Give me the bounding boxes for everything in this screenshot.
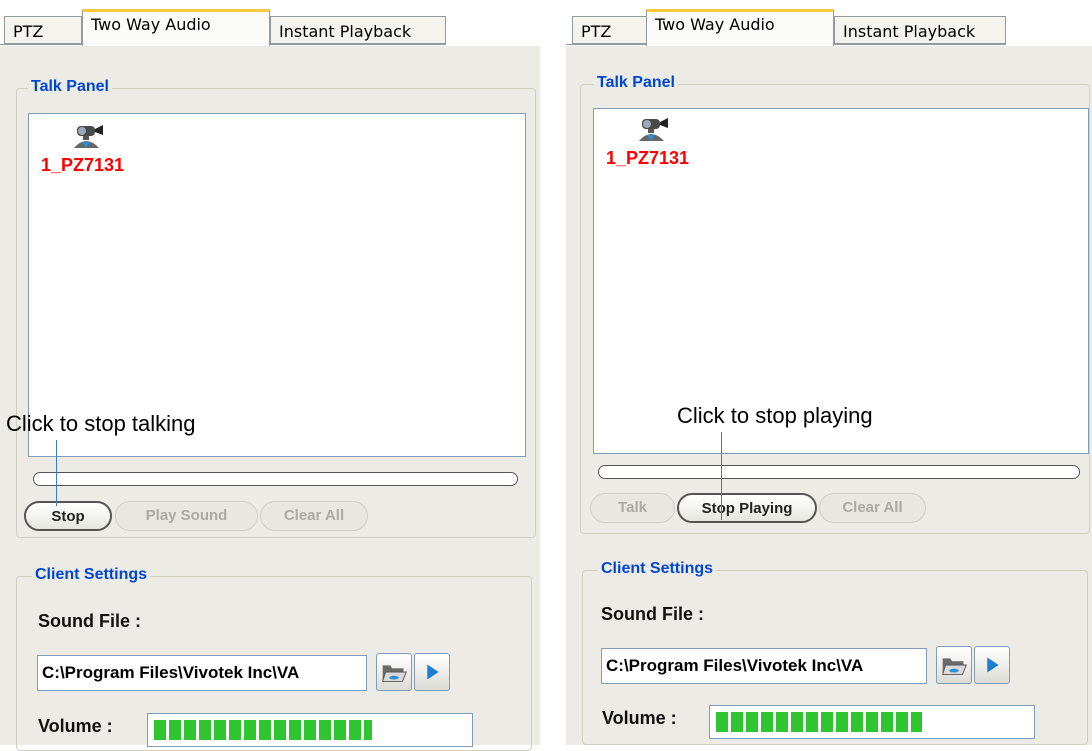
stop-button[interactable]: Stop — [24, 501, 112, 531]
volume-label: Volume : — [602, 708, 677, 728]
camera-icon — [639, 118, 668, 141]
play-sound-button[interactable]: Play Sound — [115, 501, 258, 531]
volume-label: Volume : — [38, 716, 113, 736]
tab-instant-playback[interactable]: Instant Playback — [834, 16, 1006, 44]
tab-two-way-audio[interactable]: Two Way Audio — [82, 9, 270, 46]
sound-file-input[interactable]: C:\Program Files\Vivotek Inc\VA — [37, 655, 367, 691]
talk-progress-bar — [598, 465, 1080, 479]
annotation-stop-playing: Click to stop playing — [677, 403, 873, 428]
volume-level-bar — [154, 720, 372, 740]
volume-level-bar — [716, 712, 922, 732]
talk-panel-title: Talk Panel — [28, 78, 112, 96]
annotation-stop-talking: Click to stop talking — [6, 411, 196, 436]
tab-two-way-audio[interactable]: Two Way Audio — [646, 9, 834, 46]
volume-slider[interactable] — [147, 713, 473, 747]
tab-instant-playback[interactable]: Instant Playback — [270, 16, 446, 44]
camera-item[interactable]: 1_PZ7131 — [606, 111, 706, 181]
sound-file-label: Sound File : — [38, 611, 141, 631]
annotation-leader-line — [56, 440, 57, 506]
annotation-leader-line — [721, 432, 722, 520]
client-settings-title: Client Settings — [598, 560, 717, 578]
tab-ptz[interactable]: PTZ — [572, 16, 650, 44]
talk-panel-title: Talk Panel — [594, 74, 678, 92]
talk-progress-bar — [33, 472, 518, 486]
clear-all-button[interactable]: Clear All — [819, 493, 926, 523]
sound-file-input[interactable]: C:\Program Files\Vivotek Inc\VA — [601, 648, 927, 684]
camera-name: 1_PZ7131 — [41, 155, 125, 175]
talk-list: 1_PZ7131 — [28, 113, 526, 457]
client-settings-title: Client Settings — [32, 566, 151, 584]
tab-ptz[interactable]: PTZ — [4, 16, 82, 44]
camera-name: 1_PZ7131 — [606, 148, 690, 168]
browse-button[interactable] — [936, 646, 972, 684]
volume-slider[interactable] — [709, 705, 1035, 739]
clear-all-button[interactable]: Clear All — [260, 501, 368, 531]
talk-button[interactable]: Talk — [590, 493, 675, 523]
folder-open-icon — [942, 658, 967, 675]
two-way-audio-panel-left: PTZ Two Way Audio Instant Playback Talk … — [0, 0, 540, 751]
sound-file-label: Sound File : — [601, 604, 704, 624]
browse-button[interactable] — [376, 653, 412, 691]
camera-item[interactable]: 1_PZ7131 — [41, 118, 141, 188]
play-file-button[interactable] — [414, 653, 450, 691]
folder-open-icon — [382, 665, 407, 682]
tab-strip: PTZ Two Way Audio Instant Playback — [0, 0, 540, 46]
stop-playing-button[interactable]: Stop Playing — [677, 493, 817, 523]
play-icon — [427, 664, 439, 680]
play-file-button[interactable] — [974, 646, 1010, 684]
two-way-audio-panel-right: PTZ Two Way Audio Instant Playback Talk … — [566, 0, 1092, 745]
camera-icon — [74, 125, 103, 148]
tab-strip: PTZ Two Way Audio Instant Playback — [566, 0, 1092, 46]
play-icon — [987, 657, 999, 673]
